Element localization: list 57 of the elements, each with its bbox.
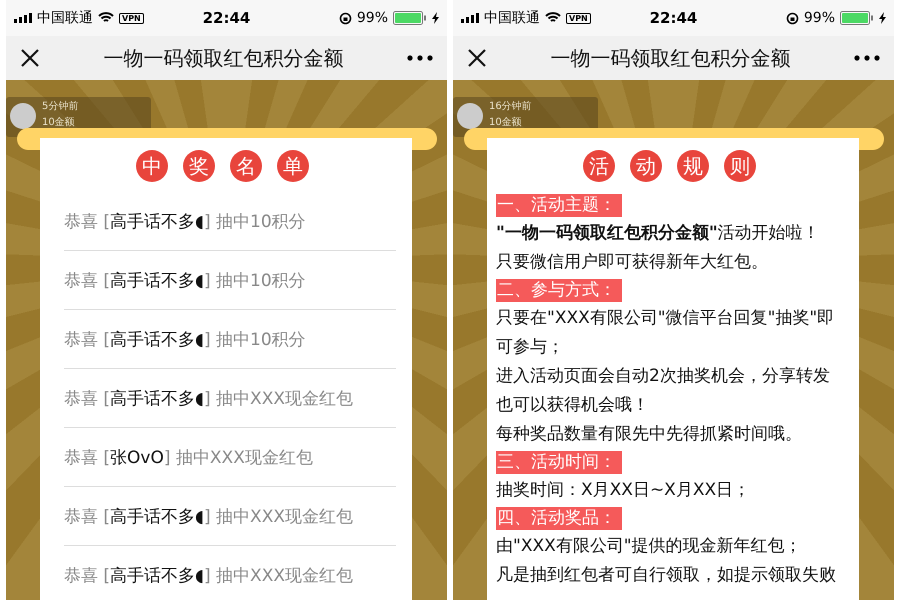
ticker-amount: 10金额 — [489, 117, 523, 129]
rule-text: 只要微信用户即可获得新年大红包。 — [496, 251, 769, 274]
title-badge: 则 — [724, 150, 756, 182]
title-badge: 名 — [230, 150, 262, 182]
section-heading: 一、活动主题： — [496, 194, 622, 217]
clock: 22:44 — [202, 9, 250, 27]
close-icon[interactable] — [467, 48, 487, 68]
page-title: 一物一码领取红包积分金额 — [550, 44, 792, 72]
signal-icon — [461, 13, 479, 23]
winner-entry: 恭喜 [高手话不多◖] 抽中10积分 — [64, 310, 396, 369]
winner-entry: 恭喜 [高手话不多◖] 抽中XXX现金红包 — [64, 369, 396, 428]
battery-percent: 99% — [804, 10, 835, 26]
wifi-icon — [545, 12, 561, 24]
battery-icon — [840, 11, 874, 25]
ticker-time: 5分钟前 — [42, 101, 78, 113]
winner-entry: 恭喜 [高手话不多◖] 抽中10积分 — [64, 251, 396, 310]
charging-icon — [879, 12, 886, 24]
avatar-icon — [10, 103, 36, 129]
title-badge: 规 — [677, 150, 709, 182]
ticker-amount: 10金额 — [42, 117, 76, 129]
section-heading: 四、活动奖品： — [496, 507, 622, 530]
winner-entry: 恭喜 [高手话不多◖] 抽中XXX现金红包 — [64, 487, 396, 546]
avatar-icon — [457, 103, 483, 129]
winner-entry: 恭喜 [高手话不多◖] 抽中XXX现金红包 — [64, 546, 396, 600]
title-badge: 奖 — [183, 150, 215, 182]
vpn-indicator: VPN — [119, 12, 144, 24]
wifi-icon — [98, 12, 114, 24]
title-badge: 单 — [277, 150, 309, 182]
page-title: 一物一码领取红包积分金额 — [102, 44, 344, 72]
charging-icon — [432, 12, 439, 24]
winner-entry: 恭喜 [张OvO] 抽中XXX现金红包 — [64, 428, 396, 487]
rule-text: 凡是抽到红包者可自行领取，如提示领取失败 — [496, 564, 837, 587]
rule-text: 每种奖品数量有限先中先得抓紧时间哦。 — [496, 423, 803, 446]
more-icon[interactable] — [854, 55, 880, 61]
vpn-indicator: VPN — [566, 12, 591, 24]
rotation-lock-icon — [786, 12, 799, 24]
section-heading: 三、活动时间： — [496, 451, 622, 474]
battery-icon — [393, 11, 427, 25]
rotation-lock-icon — [338, 12, 352, 24]
battery-percent: 99% — [356, 10, 388, 26]
carrier-name: 中国联通 — [37, 9, 93, 27]
title-badge: 中 — [136, 150, 168, 182]
clock: 22:44 — [650, 9, 698, 27]
winner-entry: 恭喜 [高手话不多◖] 抽中10积分 — [64, 192, 396, 251]
title-badge: 动 — [630, 150, 662, 182]
ticker-time: 16分钟前 — [489, 101, 532, 113]
rule-text: 只要在"XXX有限公司"微信平台回复"抽奖"即可参与； — [496, 307, 836, 359]
rule-text: 由"XXX有限公司"提供的现金新年红包； — [496, 535, 803, 558]
section-heading: 二、参与方式： — [496, 279, 622, 302]
signal-icon — [14, 13, 32, 23]
close-icon[interactable] — [20, 48, 40, 68]
more-icon[interactable] — [407, 55, 433, 61]
carrier-name: 中国联通 — [484, 9, 540, 27]
rule-text: "一物一码领取红包积分金额"活动开始啦！ — [496, 222, 821, 245]
rule-text: 进入活动页面会自动2次抽奖机会，分享转发也可以获得机会哦！ — [496, 365, 831, 417]
rule-text: 抽奖时间：X月XX日~X月XX日； — [496, 479, 752, 502]
title-badge: 活 — [583, 150, 615, 182]
